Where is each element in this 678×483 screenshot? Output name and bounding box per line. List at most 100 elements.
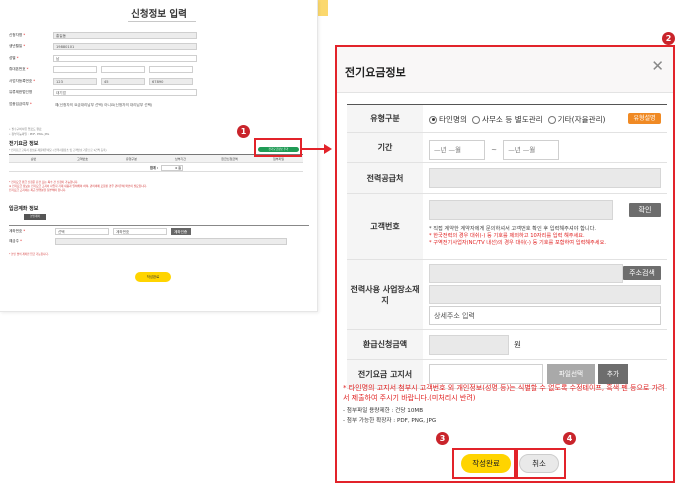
row-label: 전력사용 사업장소재지 xyxy=(347,260,423,329)
bill-file-name xyxy=(429,364,543,384)
period-to-input[interactable]: —년 —월 xyxy=(503,140,560,160)
field-row-bizno: 사업자등록번호 * 123 45 67890 xyxy=(9,76,309,86)
total-value: 0 원 xyxy=(161,164,183,171)
radio-selected-icon xyxy=(429,115,437,124)
name-input[interactable]: 홍길동 xyxy=(53,31,197,39)
account-holder-input[interactable] xyxy=(55,238,287,246)
period-separator: ~ xyxy=(491,146,498,154)
note-line: • 첨부가능파일 : PDF, PNG, JPG xyxy=(9,131,50,136)
address-search-button[interactable]: 주소검색 xyxy=(623,266,661,280)
note-line: 전기요금 고지서는 최근 발행분을 첨부해야 합니다. xyxy=(9,188,67,193)
address-base-input[interactable] xyxy=(429,285,661,304)
field-row-holder: 예금주 * xyxy=(9,237,309,247)
column-header: 환급신청금액 xyxy=(221,157,238,161)
file-ext-note: - 첨부 가능한 확장자 : PDF, PNG, JPG xyxy=(343,418,437,424)
column-header: 고객번호 xyxy=(76,157,89,161)
callout-badge-3: 3 xyxy=(436,432,449,445)
customer-red-hint-2: * 구역전기사업자(NC/TV 내선)의 경우 대쉬(-) 등 기호를 포함하여… xyxy=(429,240,606,246)
type-radio-group: 타인명의 사무소 등 별도관리 기타(자율관리) xyxy=(429,109,661,129)
field-label: 성별 xyxy=(9,55,16,60)
supplier-field[interactable] xyxy=(429,168,661,188)
callout-badge-2: 2 xyxy=(662,32,675,45)
payment-radio-group[interactable]: 예(신청자의 요금대리납부 선택) 아니요(신청자의 대리납부 선택) xyxy=(53,102,253,108)
phone-input-1[interactable] xyxy=(53,66,97,74)
field-row-account: 계좌번호 * 선택 계좌번호 계좌인증 xyxy=(9,225,309,235)
section-subtitle-electricity: * 전기요금 고지서 정보를 제출해주세요. (전력사용장소 및 고객번호 기준… xyxy=(9,149,107,152)
verify-account-button[interactable]: 계좌인증 xyxy=(171,227,191,235)
callout-arrow-head xyxy=(324,144,332,154)
account-fields: 계좌번호 * 선택 계좌번호 계좌인증 예금주 * xyxy=(9,225,309,248)
row-label: 환급신청금액 xyxy=(347,330,423,359)
page-title: 신청정보 입력 xyxy=(131,9,187,20)
row-customer: 고객번호 확인 * 직접 계약한 계약자에게 문의하셔서 고객번호 확인 후 입… xyxy=(347,194,667,260)
period-from-input[interactable]: —년 —월 xyxy=(429,140,485,160)
applicant-fields: 신청자명 * 홍길동 생년월일 * 19880101 성별 * 남 휴대폰번호 … xyxy=(9,30,309,111)
refund-amount-input[interactable] xyxy=(429,335,509,355)
field-row-gender: 성별 * 남 xyxy=(9,53,309,63)
callout-box-3 xyxy=(452,448,518,479)
callout-arrow-line xyxy=(301,148,326,150)
title-underline xyxy=(128,21,196,22)
field-row-name: 신청자명 * 홍길동 xyxy=(9,30,309,40)
field-row-corp: 유류제한법인명 대기업 xyxy=(9,88,309,98)
customer-confirm-button[interactable]: 확인 xyxy=(629,203,661,217)
type-help-button[interactable]: 유형설명 xyxy=(628,113,661,124)
row-label: 유형구분 xyxy=(347,105,423,132)
radio-option-other-name[interactable]: 타인명의 xyxy=(429,114,467,125)
customer-hint: * 직접 계약한 계약자에게 문의하셔서 고객번호 확인 후 입력해주셔야 합니… xyxy=(429,226,597,232)
close-icon[interactable]: ✕ xyxy=(651,57,664,75)
callout-badge-4: 4 xyxy=(563,432,576,445)
bill-warning: * 타인명의 고지서 첨부시 고객번호 외 개인정보(성명 등)는 식별할 수 … xyxy=(343,384,665,402)
section-title-electricity: 전기요금 정보 xyxy=(9,141,39,147)
radio-option-etc[interactable]: 기타(자율관리) xyxy=(547,114,606,125)
address-zip-input[interactable] xyxy=(429,264,623,283)
row-supplier: 전력공급처 xyxy=(347,163,667,194)
address-detail-input[interactable]: 상세주소 입력 xyxy=(429,306,661,325)
column-header: 순번 xyxy=(30,157,37,161)
account-number-input[interactable]: 계좌번호 xyxy=(113,227,167,235)
modal-title: 전기요금정보 xyxy=(345,66,406,79)
bank-select[interactable]: 선택 xyxy=(55,227,109,235)
file-select-button[interactable]: 파일선택 xyxy=(547,364,595,384)
customer-number-input[interactable] xyxy=(429,200,613,220)
field-label: 업종입금여부 xyxy=(9,102,29,107)
file-size-note: - 첨부파일 용량제한 : 건당 10MB xyxy=(343,408,424,414)
corp-name-input[interactable]: 대기업 xyxy=(53,89,197,97)
field-label: 사업자등록번호 xyxy=(9,78,33,83)
row-type: 유형구분 타인명의 사무소 등 별도관리 기타(자율관리) 유형설명 xyxy=(347,105,667,133)
bizno-input-2[interactable]: 45 xyxy=(101,77,145,85)
own-account-button[interactable]: 본인계좌 xyxy=(24,214,46,220)
radio-option-office[interactable]: 사무소 등 별도관리 xyxy=(471,114,543,125)
modal-notes: * 타인명의 고지서 첨부시 고객번호 외 개인정보(성명 등)는 식별할 수 … xyxy=(343,383,669,426)
background-submit-button[interactable]: 작성완료 xyxy=(135,272,171,282)
column-header: 납부기간 xyxy=(174,157,187,161)
row-refund: 환급신청금액 원 xyxy=(347,330,667,360)
birthdate-input[interactable]: 19880101 xyxy=(53,43,197,51)
bizno-input-1[interactable]: 123 xyxy=(53,77,97,85)
callout-box-4 xyxy=(514,448,566,479)
field-label: 유류제한법인명 xyxy=(9,90,33,95)
background-accent-strip xyxy=(318,0,328,16)
phone-input-2[interactable] xyxy=(101,66,145,74)
screen: 신청정보 입력 신청자명 * 홍길동 생년월일 * 19880101 성별 * … xyxy=(0,0,678,483)
bizno-input-3[interactable]: 67890 xyxy=(149,77,193,85)
gender-select[interactable]: 남 xyxy=(53,54,197,62)
table-total-row: 합계 : 0 원 xyxy=(9,163,303,172)
modal-header: 전기요금정보 ✕ xyxy=(337,47,673,93)
electricity-red-notes: * 전기요금 환급 신청은 단건 또는 복수 건 신청이 가능합니다. ※ 전기… xyxy=(9,180,309,193)
field-row-birth: 생년월일 * 19880101 xyxy=(9,42,309,52)
file-add-button[interactable]: 추가 xyxy=(598,364,628,384)
field-row-payment: 업종입금여부 * 예(신청자의 요금대리납부 선택) 아니요(신청자의 대리납부… xyxy=(9,100,309,110)
field-label: 생년월일 xyxy=(9,44,23,49)
upload-notes: • 필수구비서류 업로드 완료 • 첨부가능파일 : PDF, PNG, JPG xyxy=(9,127,229,136)
column-header: 유형구분 xyxy=(125,157,138,161)
row-label: 전력공급처 xyxy=(347,163,423,193)
modal-form-table: 유형구분 타인명의 사무소 등 별도관리 기타(자율관리) 유형설명 기간 —년… xyxy=(347,104,667,389)
section-title-account: 입금계좌 정보 xyxy=(9,206,39,212)
radio-icon xyxy=(471,115,480,124)
refund-unit: 원 xyxy=(514,340,521,349)
phone-input-3[interactable] xyxy=(149,66,193,74)
customer-red-hint-1: * 한국전력의 경우 대쉬(-) 등 기호를 제외하고 10자리를 입력 해주세… xyxy=(429,233,585,239)
field-label: 예금주 xyxy=(9,239,19,244)
row-label: 고객번호 xyxy=(347,194,423,259)
